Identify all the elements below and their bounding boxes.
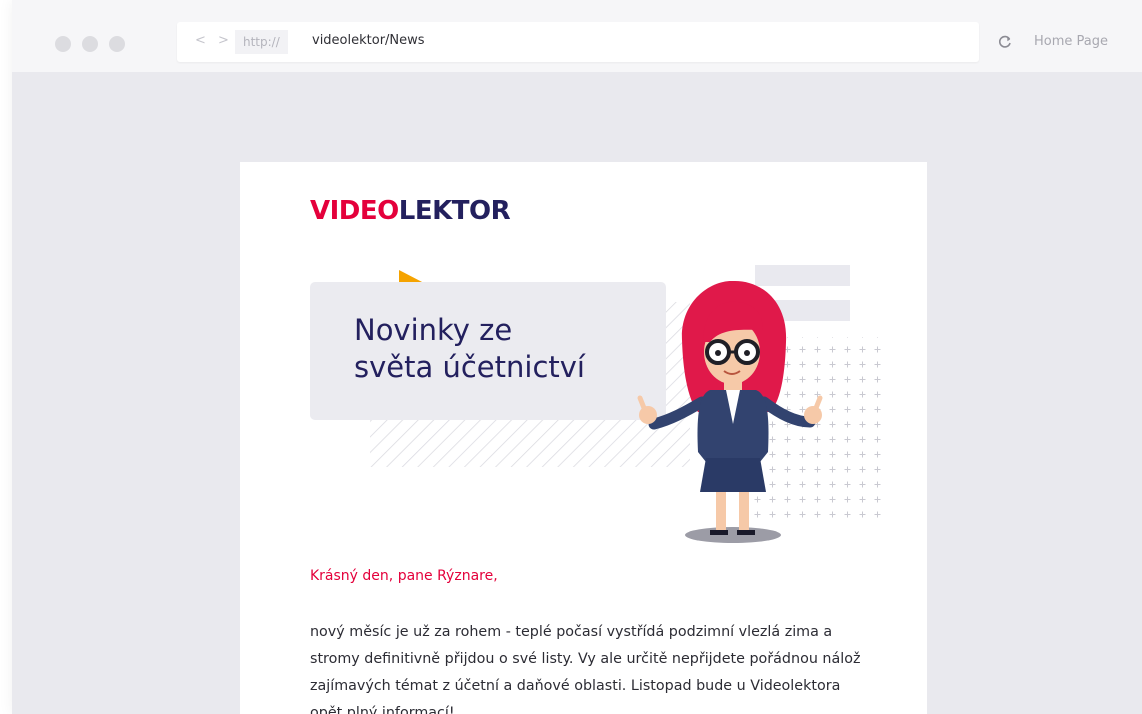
reload-icon[interactable] (997, 34, 1013, 50)
url-text[interactable]: videolektor/News (312, 33, 425, 48)
body-text: nový měsíc je už za rohem - teplé počasí… (310, 624, 861, 714)
browser-window: < > http:// videolektor/News Home Page V… (12, 0, 1142, 714)
window-minimize-dot[interactable] (82, 36, 98, 52)
protocol-label: http:// (235, 30, 288, 54)
window-maximize-dot[interactable] (109, 36, 125, 52)
greeting-text: Krásný den, pane Rýznare, (310, 568, 498, 584)
character-shadow (685, 527, 781, 543)
character-illustration (637, 280, 823, 543)
home-page-link[interactable]: Home Page (1034, 34, 1108, 49)
browser-toolbar: < > http:// videolektor/News Home Page (12, 0, 1142, 72)
address-bar[interactable]: < > http:// videolektor/News (177, 22, 979, 62)
back-forward-icon[interactable]: < > (195, 33, 233, 48)
window-close-dot[interactable] (55, 36, 71, 52)
character-hand (804, 406, 822, 424)
character-skirt (700, 458, 766, 492)
newsletter-card: VIDEOLEKTOR Novinky ze světa účetnictví (240, 162, 927, 714)
